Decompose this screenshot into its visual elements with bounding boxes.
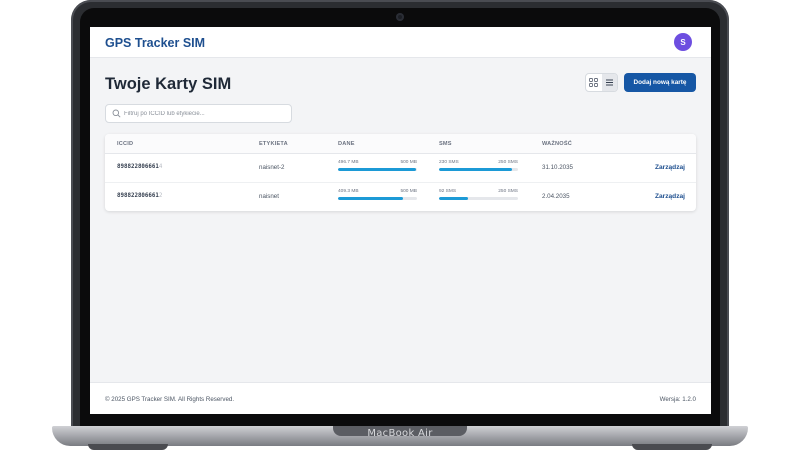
device-model-label: MacBook Air	[367, 428, 433, 439]
data-usage: 496.7 MB 500 MB	[338, 160, 417, 171]
data-used: 409.3 MB	[338, 189, 359, 194]
user-avatar[interactable]: S	[674, 33, 692, 51]
app-screen: GPS Tracker SIM S Twoje Karty SIM Dodaj …	[90, 27, 711, 414]
search-icon	[112, 109, 121, 118]
table-row: 8988228066612 naisnet 409.3 MB 500 MB 92 …	[105, 182, 696, 210]
sms-total: 250 SMS	[498, 160, 518, 165]
data-total: 500 MB	[400, 189, 417, 194]
grid-icon	[589, 78, 599, 87]
search-field	[105, 104, 292, 123]
data-usage: 409.3 MB 500 MB	[338, 189, 417, 200]
header-sms: SMS	[439, 141, 452, 147]
sms-used: 92 SMS	[439, 189, 457, 194]
list-view-button[interactable]	[601, 74, 617, 91]
data-usage-bar	[338, 168, 417, 171]
header-validity: WAŻNOŚĆ	[542, 141, 572, 147]
view-toggle	[585, 73, 618, 92]
validity-cell: 2.04.2035	[542, 193, 570, 200]
version-text: Wersja: 1.2.0	[659, 396, 696, 403]
list-icon	[605, 79, 613, 86]
table-row: 8988228066614 naisnet-2 496.7 MB 500 MB 2…	[105, 154, 696, 182]
sms-usage: 92 SMS 250 SMS	[439, 189, 518, 200]
validity-cell: 31.10.2035	[542, 164, 573, 171]
laptop-foot-right	[632, 444, 712, 450]
sms-used: 230 SMS	[439, 160, 459, 165]
brand-logo[interactable]: GPS Tracker SIM	[105, 36, 205, 50]
grid-view-button[interactable]	[586, 74, 602, 91]
table-header: ICCID ETYKIETA DANE SMS WAŻNOŚĆ	[105, 134, 696, 154]
header-iccid: ICCID	[117, 141, 134, 147]
iccid-cell: 8988228066612	[117, 193, 163, 199]
iccid-cell: 8988228066614	[117, 164, 163, 170]
sms-usage-bar	[439, 168, 518, 171]
page-title: Twoje Karty SIM	[105, 75, 232, 93]
data-total: 500 MB	[400, 160, 417, 165]
sms-usage-fill	[439, 168, 512, 171]
manage-link[interactable]: Zarządzaj	[655, 164, 685, 171]
sms-usage: 230 SMS 250 SMS	[439, 160, 518, 171]
page-footer: © 2025 GPS Tracker SIM. All Rights Reser…	[90, 382, 711, 414]
add-sim-card-button[interactable]: Dodaj nową kartę	[624, 73, 696, 92]
label-cell: naisnet-2	[259, 164, 285, 171]
data-usage-fill	[338, 197, 403, 200]
sms-total: 250 SMS	[498, 189, 518, 194]
header-data: DANE	[338, 141, 355, 147]
top-navbar: GPS Tracker SIM S	[90, 27, 711, 58]
data-usage-bar	[338, 197, 417, 200]
sim-cards-table: ICCID ETYKIETA DANE SMS WAŻNOŚĆ 89882280…	[105, 134, 696, 211]
camera-icon	[396, 13, 404, 21]
data-used: 496.7 MB	[338, 160, 359, 165]
label-cell: naisnet	[259, 193, 279, 200]
copyright-text: © 2025 GPS Tracker SIM. All Rights Reser…	[105, 396, 235, 403]
search-input[interactable]	[124, 107, 288, 121]
sms-usage-fill	[439, 197, 469, 200]
laptop-foot-left	[88, 444, 168, 450]
header-label: ETYKIETA	[259, 141, 288, 147]
data-usage-fill	[338, 168, 417, 171]
sms-usage-bar	[439, 197, 518, 200]
manage-link[interactable]: Zarządzaj	[655, 193, 685, 200]
